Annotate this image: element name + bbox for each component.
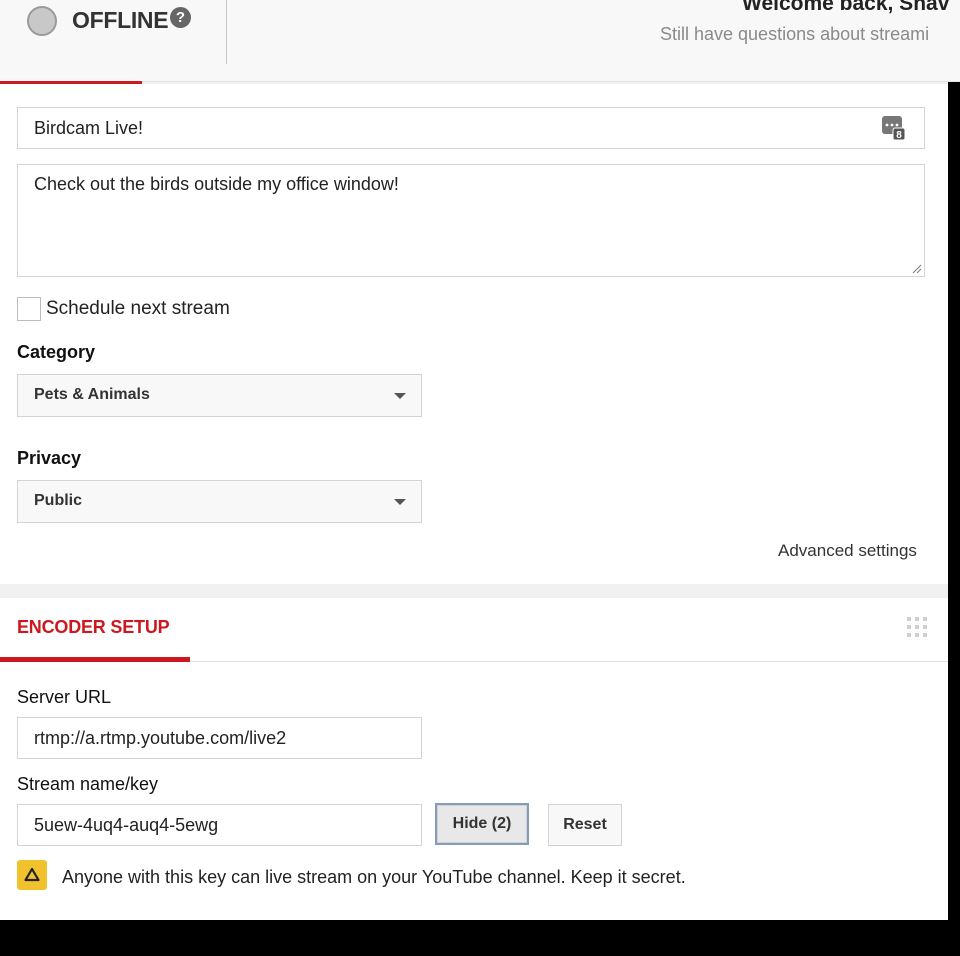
- stream-key-label: Stream name/key: [17, 774, 159, 794]
- schedule-label: Schedule next stream: [46, 298, 230, 319]
- encoder-tab-underline: [0, 657, 190, 662]
- dashboard-header: OFFLINE ? Welcome back, Shav Still have …: [0, 0, 960, 82]
- help-icon[interactable]: ?: [170, 7, 191, 28]
- advanced-settings-link[interactable]: Advanced settings: [778, 541, 917, 561]
- category-label: Category: [17, 342, 96, 362]
- info-tab-underline: [0, 81, 142, 84]
- drag-handle-icon[interactable]: [906, 616, 928, 638]
- encoder-setup-title[interactable]: ENCODER SETUP: [17, 617, 170, 638]
- encoder-divider: [190, 661, 948, 662]
- stream-description-value: Check out the birds outside my office wi…: [34, 174, 399, 194]
- stream-title-input[interactable]: Birdcam Live! 8: [17, 107, 925, 149]
- stream-description-input[interactable]: Check out the birds outside my office wi…: [17, 164, 925, 277]
- category-value: Pets & Animals: [34, 386, 150, 403]
- server-url-label: Server URL: [17, 687, 112, 707]
- hide-key-button[interactable]: Hide (2): [435, 803, 529, 845]
- welcome-message: Welcome back, Shav: [742, 0, 950, 15]
- resize-grip-icon[interactable]: [912, 264, 922, 274]
- warning-text: Anyone with this key can live stream on …: [62, 867, 686, 887]
- status-dot-icon: [27, 6, 57, 36]
- chevron-down-icon: [394, 393, 406, 399]
- header-divider: [226, 0, 227, 64]
- privacy-select[interactable]: Public: [17, 480, 422, 523]
- stream-key-field[interactable]: 5uew-4uq4-auq4-5ewg: [17, 804, 422, 846]
- privacy-label: Privacy: [17, 448, 82, 468]
- stream-key-value: 5uew-4uq4-auq4-5ewg: [34, 815, 219, 835]
- server-url-field[interactable]: rtmp://a.rtmp.youtube.com/live2: [17, 717, 422, 759]
- privacy-value: Public: [34, 492, 83, 509]
- stream-status: OFFLINE: [72, 7, 169, 33]
- category-select[interactable]: Pets & Animals: [17, 374, 422, 417]
- emoji-icon[interactable]: 8: [881, 115, 905, 141]
- schedule-checkbox[interactable]: [17, 297, 41, 321]
- warning-icon: [17, 860, 47, 890]
- stream-title-value: Birdcam Live!: [34, 118, 144, 138]
- live-dashboard: Birdcam Live! 8 Check out the birds outs…: [0, 0, 948, 920]
- chevron-down-icon: [394, 499, 406, 505]
- server-url-value: rtmp://a.rtmp.youtube.com/live2: [34, 728, 287, 748]
- reset-key-button[interactable]: Reset: [548, 804, 622, 846]
- window-bottom-edge: [0, 920, 960, 956]
- window-edge: [948, 82, 960, 920]
- emoji-badge: 8: [896, 130, 902, 141]
- streaming-help-text[interactable]: Still have questions about streami: [660, 24, 929, 45]
